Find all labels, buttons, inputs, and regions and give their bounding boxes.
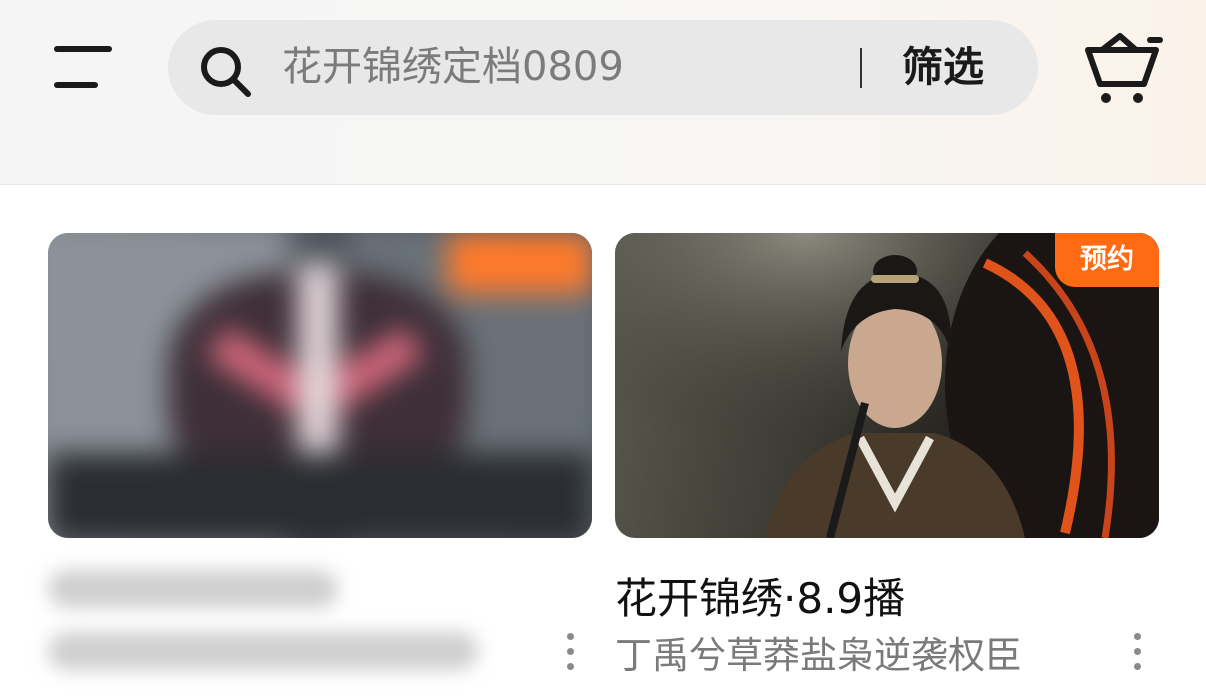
hamburger-menu-icon[interactable] bbox=[50, 44, 120, 94]
blurred-card-subtitle bbox=[48, 632, 478, 670]
reservation-badge: 预约 bbox=[1055, 233, 1159, 287]
video-card-thumbnail[interactable] bbox=[48, 233, 592, 538]
card-subtitle[interactable]: 丁禹兮草莽盐枭逆袭权臣 bbox=[615, 625, 1022, 679]
more-dot bbox=[567, 663, 574, 670]
thumbnail-region bbox=[298, 263, 338, 463]
search-divider bbox=[860, 48, 862, 88]
top-header: 花开锦绣定档0809 筛选 bbox=[0, 0, 1206, 185]
more-dot bbox=[1134, 648, 1141, 655]
video-card-thumbnail[interactable]: 预约 bbox=[615, 233, 1159, 538]
card-title[interactable]: 花开锦绣·8.9播 bbox=[615, 565, 905, 626]
more-vertical-icon[interactable] bbox=[560, 630, 580, 674]
search-input[interactable]: 花开锦绣定档0809 bbox=[282, 20, 842, 115]
more-dot bbox=[567, 648, 574, 655]
more-vertical-icon[interactable] bbox=[1127, 630, 1147, 674]
more-dot bbox=[1134, 663, 1141, 670]
menu-bar-top bbox=[54, 46, 112, 52]
more-dot bbox=[1134, 633, 1141, 640]
search-bar[interactable]: 花开锦绣定档0809 筛选 bbox=[168, 20, 1038, 115]
more-dot bbox=[567, 633, 574, 640]
search-icon bbox=[201, 47, 251, 97]
thumbnail-region bbox=[48, 453, 592, 538]
menu-bar-bottom bbox=[54, 82, 98, 88]
shopping-cart-icon[interactable] bbox=[1080, 30, 1164, 108]
blurred-thumbnail bbox=[48, 233, 592, 538]
thumbnail-region bbox=[448, 233, 592, 293]
blurred-card-title bbox=[48, 570, 338, 608]
filter-button[interactable]: 筛选 bbox=[888, 20, 998, 115]
